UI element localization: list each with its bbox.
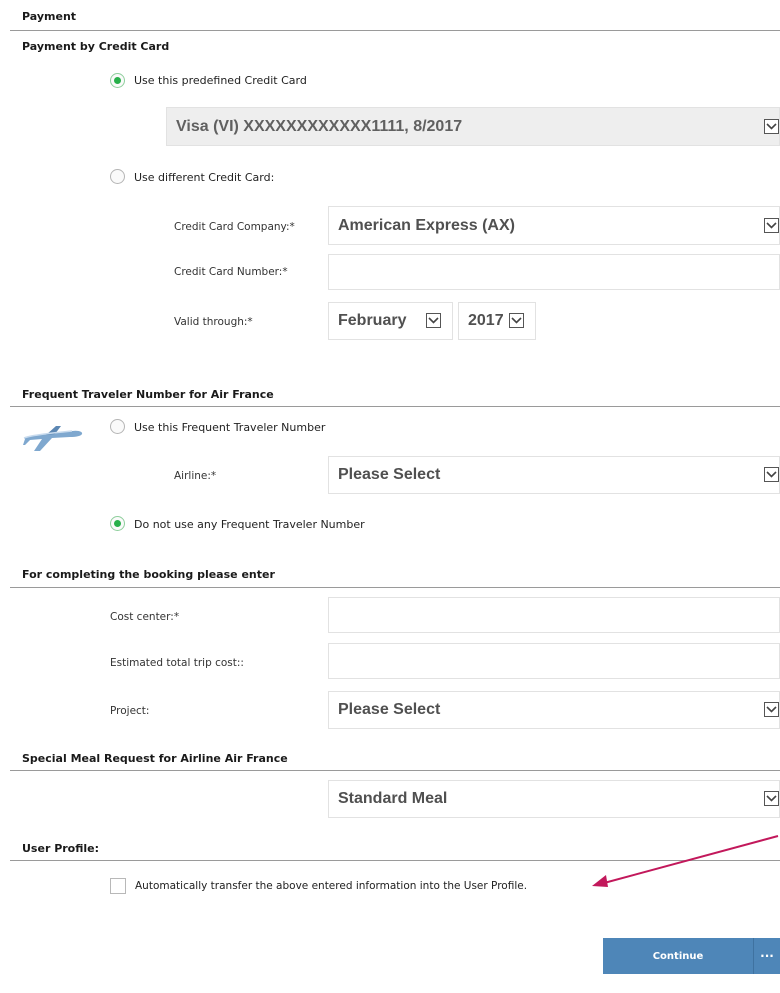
completion-section-title: For completing the booking please enter: [22, 568, 275, 581]
continue-button[interactable]: Continue: [603, 938, 753, 974]
airline-value: Please Select: [338, 466, 441, 483]
cost-center-label: Cost center:*: [110, 611, 180, 623]
chevron-down-icon[interactable]: [764, 467, 779, 482]
card-number-label: Credit Card Number:*: [174, 266, 288, 278]
use-frequent-traveler-label: Use this Frequent Traveler Number: [134, 421, 326, 434]
chevron-down-icon[interactable]: [426, 313, 441, 328]
airplane-icon: [22, 418, 84, 454]
valid-month-value: February: [338, 312, 407, 329]
meal-select[interactable]: Standard Meal: [328, 780, 780, 818]
estimated-cost-label: Estimated total trip cost::: [110, 657, 244, 669]
annotation-arrow-icon: [592, 835, 779, 887]
use-different-card-label: Use different Credit Card:: [134, 171, 275, 184]
section-divider: [10, 30, 780, 31]
card-company-value: American Express (AX): [338, 216, 515, 234]
frequent-traveler-section-title: Frequent Traveler Number for Air France: [22, 388, 274, 401]
section-divider: [10, 587, 780, 588]
more-options-button[interactable]: ···: [753, 938, 780, 974]
chevron-down-icon[interactable]: [764, 702, 779, 717]
credit-card-section-title: Payment by Credit Card: [22, 40, 170, 53]
page-title: Payment: [22, 10, 77, 23]
project-value: Please Select: [338, 701, 441, 718]
meal-value: Standard Meal: [338, 790, 448, 807]
no-frequent-traveler-label: Do not use any Frequent Traveler Number: [134, 518, 365, 531]
user-profile-section-title: User Profile:: [22, 842, 100, 855]
project-label: Project:: [110, 705, 150, 717]
chevron-down-icon[interactable]: [764, 218, 779, 233]
section-divider: [10, 406, 780, 407]
transfer-to-profile-label: Automatically transfer the above entered…: [135, 880, 528, 892]
transfer-to-profile-checkbox[interactable]: [110, 878, 126, 894]
airline-select[interactable]: Please Select: [328, 456, 780, 494]
valid-year-value: 2017: [468, 312, 504, 329]
predefined-card-value: Visa (VI) XXXXXXXXXXXX1111, 8/2017: [176, 117, 463, 135]
chevron-down-icon[interactable]: [764, 791, 779, 806]
predefined-card-select: Visa (VI) XXXXXXXXXXXX1111, 8/2017: [166, 107, 780, 146]
use-predefined-card-radio[interactable]: [110, 73, 125, 88]
project-select[interactable]: Please Select: [328, 691, 780, 729]
use-predefined-card-label: Use this predefined Credit Card: [134, 74, 307, 87]
meal-section-title: Special Meal Request for Airline Air Fra…: [22, 752, 288, 765]
use-different-card-radio[interactable]: [110, 169, 125, 184]
chevron-down-icon: [764, 119, 779, 134]
chevron-down-icon[interactable]: [509, 313, 524, 328]
airline-label: Airline:*: [174, 470, 217, 482]
use-frequent-traveler-radio[interactable]: [110, 419, 125, 434]
section-divider: [10, 770, 780, 771]
valid-through-label: Valid through:*: [174, 316, 253, 328]
card-company-select[interactable]: American Express (AX): [328, 206, 780, 245]
valid-year-select[interactable]: 2017: [458, 302, 536, 340]
cost-center-input[interactable]: [328, 597, 780, 633]
card-number-input[interactable]: [328, 254, 780, 290]
estimated-cost-input[interactable]: [328, 643, 780, 679]
no-frequent-traveler-radio[interactable]: [110, 516, 125, 531]
card-company-label: Credit Card Company:*: [174, 221, 295, 233]
